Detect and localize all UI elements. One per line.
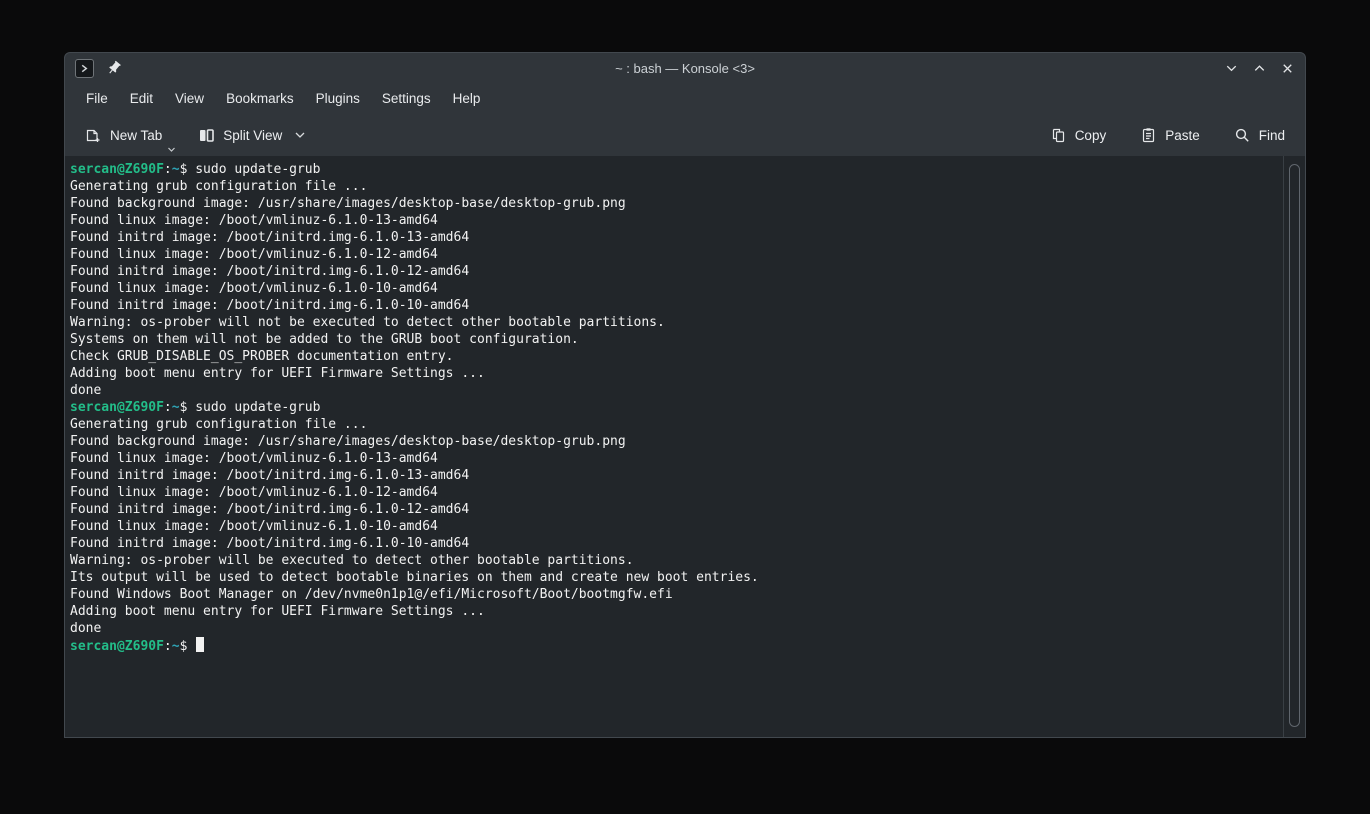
terminal-line: Warning: os-prober will not be executed … — [70, 314, 1279, 331]
terminal-line: Check GRUB_DISABLE_OS_PROBER documentati… — [70, 348, 1279, 365]
paste-icon — [1140, 127, 1157, 144]
terminal-line: sercan@Z690F:~$ sudo update-grub — [70, 399, 1279, 416]
terminal-line: Found linux image: /boot/vmlinuz-6.1.0-1… — [70, 518, 1279, 535]
terminal-line: done — [70, 382, 1279, 399]
menu-plugins[interactable]: Plugins — [305, 86, 371, 111]
terminal-line: Found initrd image: /boot/initrd.img-6.1… — [70, 467, 1279, 484]
terminal-line: Found background image: /usr/share/image… — [70, 433, 1279, 450]
terminal-line: Systems on them will not be added to the… — [70, 331, 1279, 348]
terminal-line: Found initrd image: /boot/initrd.img-6.1… — [70, 501, 1279, 518]
terminal-line: Found initrd image: /boot/initrd.img-6.1… — [70, 535, 1279, 552]
toolbar: New Tab Split View — [65, 114, 1305, 156]
new-tab-button[interactable]: New Tab — [77, 121, 170, 150]
terminal-line: Generating grub configuration file ... — [70, 416, 1279, 433]
split-view-label: Split View — [223, 128, 282, 143]
terminal-line: Warning: os-prober will be executed to d… — [70, 552, 1279, 569]
new-tab-dropdown-icon — [167, 147, 176, 153]
new-tab-label: New Tab — [110, 128, 162, 143]
terminal-line: Its output will be used to detect bootab… — [70, 569, 1279, 586]
terminal-line: Found Windows Boot Manager on /dev/nvme0… — [70, 586, 1279, 603]
split-view-icon — [198, 127, 215, 144]
window-title: ~ : bash — Konsole <3> — [65, 61, 1305, 76]
terminal-line: Adding boot menu entry for UEFI Firmware… — [70, 603, 1279, 620]
new-tab-icon — [85, 127, 102, 144]
scrollbar-thumb[interactable] — [1289, 164, 1300, 727]
scrollbar-track[interactable] — [1283, 156, 1305, 737]
terminal-line: Adding boot menu entry for UEFI Firmware… — [70, 365, 1279, 382]
paste-button[interactable]: Paste — [1132, 121, 1208, 150]
terminal-line: Found linux image: /boot/vmlinuz-6.1.0-1… — [70, 212, 1279, 229]
menu-view[interactable]: View — [164, 86, 215, 111]
menubar: File Edit View Bookmarks Plugins Setting… — [65, 83, 1305, 114]
find-icon — [1234, 127, 1251, 144]
copy-icon — [1050, 127, 1067, 144]
terminal-line: Found linux image: /boot/vmlinuz-6.1.0-1… — [70, 484, 1279, 501]
terminal-line: Generating grub configuration file ... — [70, 178, 1279, 195]
find-button[interactable]: Find — [1226, 121, 1293, 150]
find-label: Find — [1259, 128, 1285, 143]
terminal-line: Found initrd image: /boot/initrd.img-6.1… — [70, 263, 1279, 280]
terminal-view[interactable]: sercan@Z690F:~$ sudo update-grubGenerati… — [65, 156, 1305, 737]
terminal-line: Found initrd image: /boot/initrd.img-6.1… — [70, 229, 1279, 246]
terminal-line: Found linux image: /boot/vmlinuz-6.1.0-1… — [70, 246, 1279, 263]
terminal-line: Found background image: /usr/share/image… — [70, 195, 1279, 212]
terminal-line: sercan@Z690F:~$ — [70, 637, 1279, 654]
maximize-button[interactable] — [1249, 58, 1269, 78]
copy-button[interactable]: Copy — [1042, 121, 1115, 150]
paste-label: Paste — [1165, 128, 1200, 143]
terminal-line: done — [70, 620, 1279, 637]
titlebar[interactable]: ~ : bash — Konsole <3> — [65, 53, 1305, 83]
split-view-dropdown-icon — [294, 131, 306, 139]
copy-label: Copy — [1075, 128, 1107, 143]
konsole-window: ~ : bash — Konsole <3> File Edit View Bo… — [64, 52, 1306, 738]
menu-settings[interactable]: Settings — [371, 86, 442, 111]
terminal-line: sercan@Z690F:~$ sudo update-grub — [70, 161, 1279, 178]
close-button[interactable] — [1277, 58, 1297, 78]
split-view-button[interactable]: Split View — [190, 121, 314, 150]
terminal-line: Found linux image: /boot/vmlinuz-6.1.0-1… — [70, 280, 1279, 297]
menu-file[interactable]: File — [75, 86, 119, 111]
terminal-cursor — [196, 637, 204, 652]
pin-icon[interactable] — [106, 60, 122, 76]
terminal-output: sercan@Z690F:~$ sudo update-grubGenerati… — [70, 161, 1279, 654]
menu-bookmarks[interactable]: Bookmarks — [215, 86, 305, 111]
minimize-button[interactable] — [1221, 58, 1241, 78]
konsole-app-icon — [75, 59, 94, 78]
terminal-line: Found initrd image: /boot/initrd.img-6.1… — [70, 297, 1279, 314]
menu-edit[interactable]: Edit — [119, 86, 164, 111]
menu-help[interactable]: Help — [442, 86, 492, 111]
terminal-line: Found linux image: /boot/vmlinuz-6.1.0-1… — [70, 450, 1279, 467]
